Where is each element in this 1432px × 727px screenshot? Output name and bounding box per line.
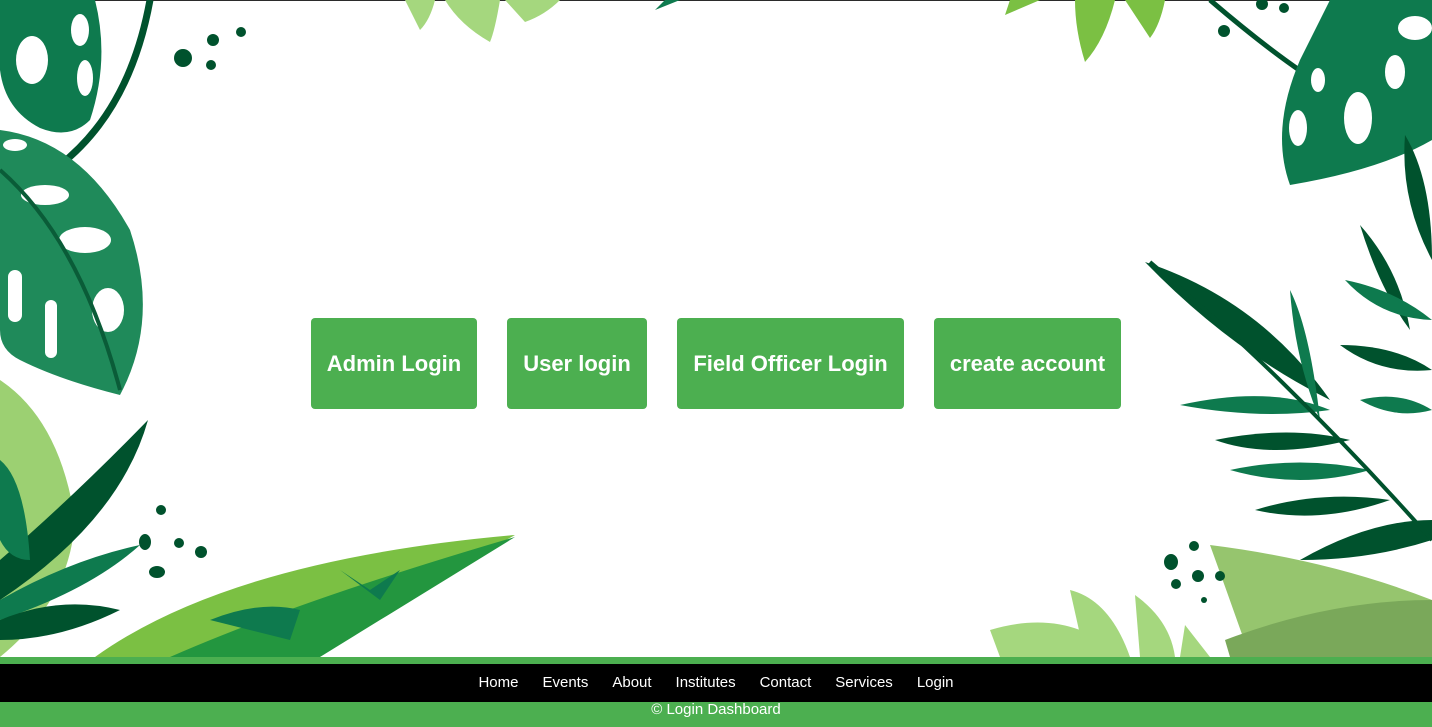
dots-top-left bbox=[174, 27, 246, 70]
footer-link-contact[interactable]: Contact bbox=[760, 664, 812, 702]
create-account-button[interactable]: create account bbox=[934, 318, 1121, 409]
login-options: Admin Login User login Field Officer Log… bbox=[0, 318, 1432, 409]
banana-leaf-bottom bbox=[95, 535, 515, 657]
footer-link-about[interactable]: About bbox=[612, 664, 651, 702]
dots-bottom-left bbox=[139, 505, 207, 578]
footer-link-services[interactable]: Services bbox=[835, 664, 893, 702]
footer-link-home[interactable]: Home bbox=[478, 664, 518, 702]
user-login-button[interactable]: User login bbox=[507, 318, 647, 409]
footer-link-institutes[interactable]: Institutes bbox=[676, 664, 736, 702]
footer-link-events[interactable]: Events bbox=[542, 664, 588, 702]
footer-copyright: © Login Dashboard bbox=[0, 702, 1432, 727]
footer-link-login[interactable]: Login bbox=[917, 664, 954, 702]
login-dashboard-page: Admin Login User login Field Officer Log… bbox=[0, 0, 1432, 727]
field-officer-login-button[interactable]: Field Officer Login bbox=[677, 318, 904, 409]
light-leaves-bottom-right bbox=[990, 545, 1432, 657]
footer-nav: Home Events About Institutes Contact Ser… bbox=[0, 664, 1432, 702]
footer-accent-stripe bbox=[0, 657, 1432, 664]
admin-login-button[interactable]: Admin Login bbox=[311, 318, 477, 409]
copyright-text: © Login Dashboard bbox=[651, 701, 781, 718]
light-leaves-top bbox=[405, 0, 680, 42]
leaves-top-right bbox=[1005, 0, 1332, 93]
